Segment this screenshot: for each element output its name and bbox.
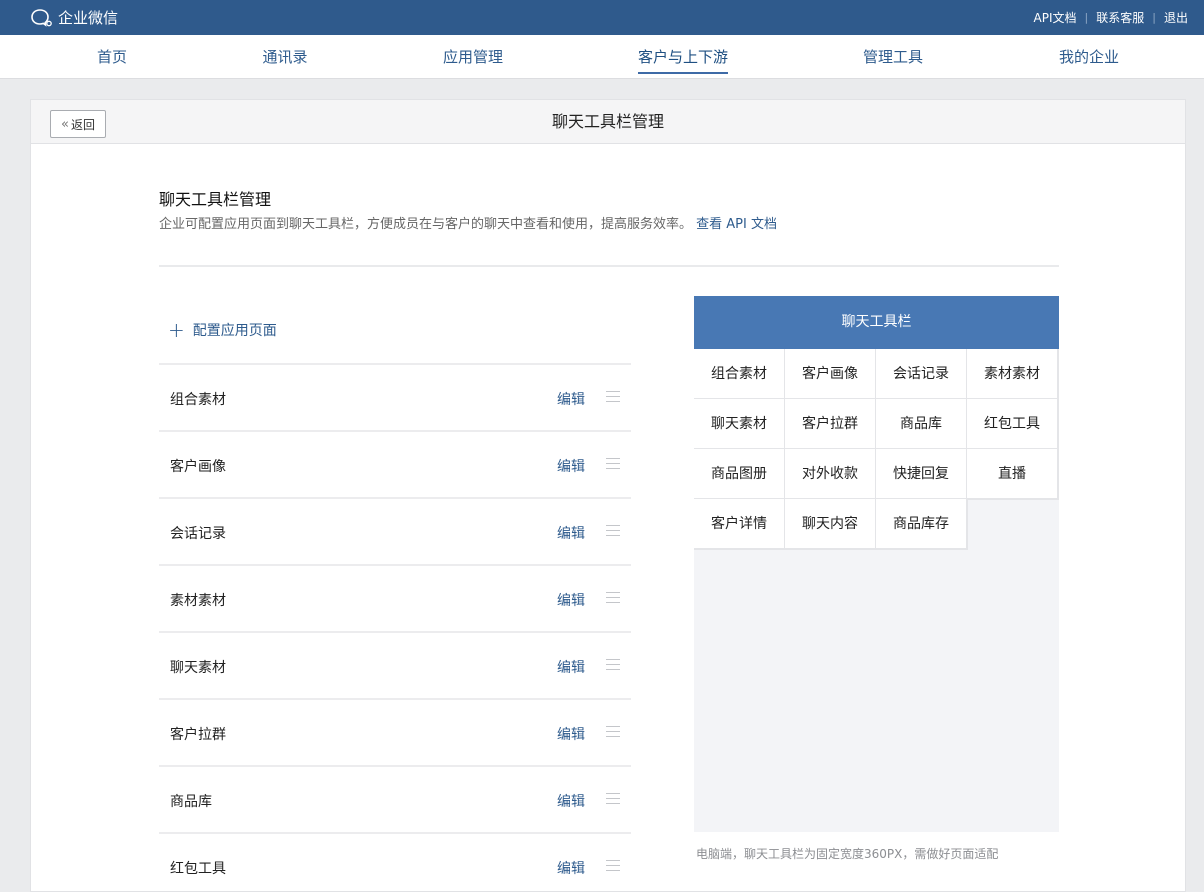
view-api-docs-link[interactable]: 查看 API 文档	[696, 217, 777, 232]
tab-management-tools[interactable]: 管理工具	[863, 35, 923, 79]
list-item: 客户画像 编辑	[159, 430, 631, 497]
drag-handle-icon[interactable]	[606, 726, 620, 737]
tool-name: 素材素材	[170, 593, 226, 609]
preview-cell[interactable]: 商品库	[876, 399, 968, 450]
configure-app-page-label: 配置应用页面	[192, 323, 277, 339]
edit-button[interactable]: 编辑	[557, 791, 585, 811]
api-docs-link[interactable]: API文档	[1034, 9, 1077, 26]
edit-button[interactable]: 编辑	[557, 389, 585, 409]
tool-name: 会话记录	[170, 526, 226, 542]
list-item: 客户拉群 编辑	[159, 698, 631, 765]
back-label: 返回	[70, 117, 95, 132]
drag-handle-icon[interactable]	[606, 458, 620, 469]
toolbar-preview: 聊天工具栏 组合素材 客户画像 会话记录 素材素材聊天素材 客户拉群 商品库 红包工具商品图…	[694, 296, 1059, 832]
preview-header: 聊天工具栏	[694, 296, 1059, 349]
back-button[interactable]: « 返回	[50, 110, 106, 138]
logout-link[interactable]: 退出	[1164, 9, 1188, 26]
contact-support-link[interactable]: 联系客服	[1096, 9, 1144, 26]
separator: |	[1152, 11, 1156, 24]
tool-name: 客户拉群	[170, 727, 226, 743]
preview-cell[interactable]: 组合素材	[694, 349, 786, 400]
preview-cell[interactable]: 聊天素材	[694, 399, 786, 450]
preview-cell[interactable]: 快捷回复	[876, 449, 968, 500]
preview-cell[interactable]: 直播	[967, 449, 1059, 500]
tool-name: 客户画像	[170, 459, 226, 475]
edit-button[interactable]: 编辑	[557, 657, 585, 677]
section-description: 企业可配置应用页面到聊天工具栏，方便成员在与客户的聊天中查看和使用，提高服务效率…	[159, 213, 777, 232]
tool-name: 商品库	[170, 794, 212, 810]
tab-app-management[interactable]: 应用管理	[443, 35, 503, 79]
tool-name: 聊天素材	[170, 660, 226, 676]
top-links: API文档 | 联系客服 | 退出	[1034, 9, 1188, 26]
preview-cell[interactable]: 商品库存	[876, 499, 968, 550]
list-item: 红包工具 编辑	[159, 832, 631, 892]
drag-handle-icon[interactable]	[606, 860, 620, 871]
preview-cell[interactable]: 会话记录	[876, 349, 968, 400]
brand-name: 企业微信	[58, 9, 119, 27]
edit-button[interactable]: 编辑	[557, 858, 585, 878]
edit-button[interactable]: 编辑	[557, 456, 585, 476]
list-item: 会话记录 编辑	[159, 497, 631, 564]
wecom-logo-icon	[30, 8, 54, 28]
brand[interactable]: 企业微信	[30, 7, 118, 28]
top-bar: 企业微信 API文档 | 联系客服 | 退出	[0, 0, 1204, 35]
drag-handle-icon[interactable]	[606, 592, 620, 603]
preview-cell[interactable]: 客户画像	[785, 349, 877, 400]
main-card: 聊天工具栏管理 « 返回 聊天工具栏管理 企业可配置应用页面到聊天工具栏，方便成…	[30, 99, 1186, 892]
tool-name: 红包工具	[170, 861, 226, 877]
list-item: 组合素材 编辑	[159, 363, 631, 430]
configure-app-page-button[interactable]: + 配置应用页面	[168, 320, 277, 340]
preview-cell[interactable]: 红包工具	[967, 399, 1059, 450]
divider	[159, 265, 1059, 267]
preview-cell[interactable]: 对外收款	[785, 449, 877, 500]
tool-name: 组合素材	[170, 392, 226, 408]
preview-cell[interactable]: 聊天内容	[785, 499, 877, 550]
plus-icon: +	[168, 318, 185, 342]
preview-cell[interactable]: 客户拉群	[785, 399, 877, 450]
preview-cell[interactable]: 客户详情	[694, 499, 786, 550]
page-title: 聊天工具栏管理	[551, 112, 664, 131]
main-nav: 首页 通讯录 应用管理 客户与上下游 管理工具 我的企业	[0, 35, 1204, 79]
separator: |	[1084, 11, 1089, 24]
drag-handle-icon[interactable]	[606, 391, 620, 402]
list-item: 聊天素材 编辑	[159, 631, 631, 698]
drag-handle-icon[interactable]	[606, 659, 620, 670]
edit-button[interactable]: 编辑	[557, 724, 585, 744]
tool-list: 组合素材 编辑 客户画像 编辑 会话记录 编辑 素材素材 编辑 聊天素材 编辑 客户拉群 编辑 商品库编…	[159, 363, 631, 892]
section-title: 聊天工具栏管理	[159, 190, 272, 209]
preview-cell[interactable]: 商品图册	[694, 449, 786, 500]
tab-my-enterprise[interactable]: 我的企业	[1059, 35, 1119, 79]
edit-button[interactable]: 编辑	[557, 590, 585, 610]
double-chevron-left-icon: «	[61, 116, 69, 132]
preview-cell[interactable]: 素材素材	[967, 349, 1059, 400]
drag-handle-icon[interactable]	[606, 793, 620, 804]
drag-handle-icon[interactable]	[606, 525, 620, 536]
list-item: 素材素材 编辑	[159, 564, 631, 631]
description-text: 企业可配置应用页面到聊天工具栏，方便成员在与客户的聊天中查看和使用，提高服务效率…	[159, 217, 693, 232]
tab-customers[interactable]: 客户与上下游	[637, 35, 729, 79]
tab-home[interactable]: 首页	[97, 35, 127, 79]
edit-button[interactable]: 编辑	[557, 523, 585, 543]
list-item: 商品库 编辑	[159, 765, 631, 832]
preview-note: 电脑端，聊天工具栏为固定宽度360PX，需做好页面适配	[696, 847, 999, 861]
card-header: 聊天工具栏管理 « 返回	[31, 100, 1185, 144]
tab-contacts[interactable]: 通讯录	[262, 35, 307, 79]
